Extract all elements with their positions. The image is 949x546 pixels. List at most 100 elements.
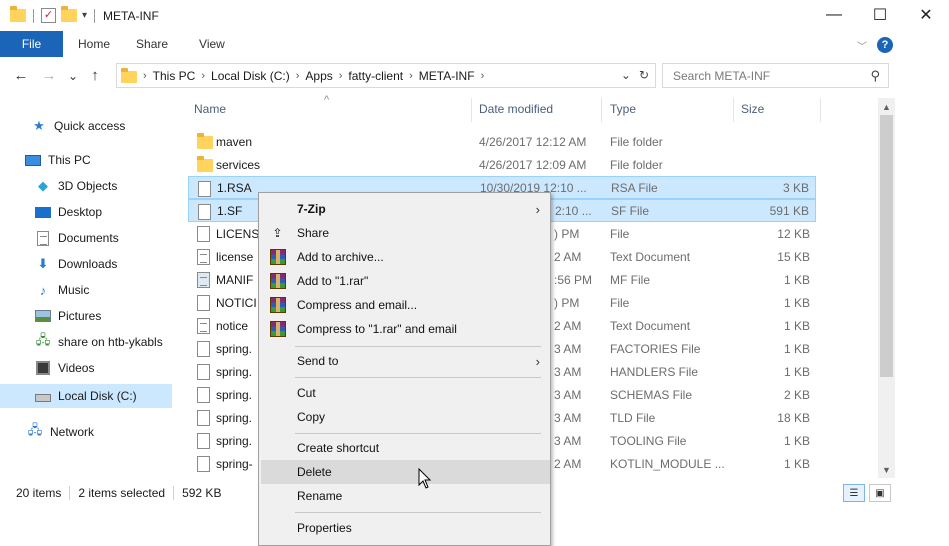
nav-item-videos[interactable]: Videos xyxy=(0,356,172,380)
chevron-right-icon[interactable]: › xyxy=(339,70,343,82)
menu-item-create-shortcut[interactable]: Create shortcut xyxy=(261,436,550,460)
breadcrumb-meta-inf[interactable]: META-INF xyxy=(419,69,475,83)
file-type: SF File xyxy=(611,203,650,218)
column-divider[interactable] xyxy=(601,98,602,122)
column-name[interactable]: Name xyxy=(194,102,226,116)
file-name: spring. xyxy=(216,364,253,379)
scroll-down-icon[interactable]: ▼ xyxy=(878,461,895,478)
back-button[interactable]: ← xyxy=(10,67,32,84)
column-date-modified[interactable]: Date modified xyxy=(479,102,553,116)
chevron-right-icon[interactable]: › xyxy=(296,70,300,82)
tab-share[interactable]: Share xyxy=(123,31,181,57)
file-size: 18 KB xyxy=(777,410,810,425)
breadcrumb-local-disk[interactable]: Local Disk (C:) xyxy=(211,69,290,83)
breadcrumb-fatty-client[interactable]: fatty-client xyxy=(348,69,403,83)
nav-item-pictures[interactable]: Pictures xyxy=(0,304,172,328)
forward-button[interactable]: → xyxy=(38,67,60,84)
file-name: services xyxy=(216,157,261,172)
chevron-right-icon[interactable]: › xyxy=(409,70,413,82)
pictures-icon xyxy=(34,309,52,323)
recent-locations-button[interactable]: ⌄ xyxy=(62,69,84,83)
file-type: File folder xyxy=(610,157,663,172)
large-icons-view-icon[interactable]: ▣ xyxy=(869,484,891,502)
customize-toolbar-icon[interactable]: ▾ xyxy=(82,10,87,21)
menu-item-cut[interactable]: Cut xyxy=(261,381,550,405)
folder-icon xyxy=(121,67,137,83)
menu-item-add-to-rar[interactable]: Add to "1.rar" xyxy=(261,269,550,293)
file-date: ) PM xyxy=(554,295,580,310)
menu-item-7zip[interactable]: 7-Zip › xyxy=(261,197,550,221)
folder-icon[interactable] xyxy=(10,6,26,22)
chevron-right-icon[interactable]: › xyxy=(201,70,205,82)
computer-icon xyxy=(24,153,42,167)
refresh-icon[interactable]: ↻ xyxy=(639,68,649,82)
help-icon[interactable]: ? xyxy=(877,37,893,53)
winrar-icon xyxy=(269,321,286,337)
column-divider[interactable] xyxy=(471,98,472,122)
scroll-up-icon[interactable]: ▲ xyxy=(878,98,895,115)
details-view-icon[interactable]: ☰ xyxy=(843,484,865,502)
menu-item-compress-and-email[interactable]: Compress and email... xyxy=(261,293,550,317)
menu-item-rename[interactable]: Rename xyxy=(261,484,550,508)
menu-item-send-to[interactable]: Send to › xyxy=(261,349,550,373)
tab-view[interactable]: View xyxy=(181,31,238,57)
selected-count: 2 items selected xyxy=(78,486,166,500)
chevron-right-icon[interactable]: › xyxy=(481,70,485,82)
desktop-icon xyxy=(34,205,52,219)
file-size: 591 KB xyxy=(769,203,809,218)
breadcrumb-apps[interactable]: Apps xyxy=(305,69,332,83)
file-size: 3 KB xyxy=(782,180,809,195)
tab-file[interactable]: File xyxy=(0,31,63,57)
menu-item-compress-to-rar-and-email[interactable]: Compress to "1.rar" and email xyxy=(261,317,550,341)
minimize-button[interactable]: — xyxy=(811,0,857,29)
nav-item-label: Quick access xyxy=(54,119,126,133)
menu-item-add-to-archive[interactable]: Add to archive... xyxy=(261,245,550,269)
nav-item-downloads[interactable]: ⬇ Downloads xyxy=(0,252,172,276)
file-icon xyxy=(197,364,210,383)
file-row-maven[interactable]: maven 4/26/2017 12:12 AM File folder xyxy=(188,130,816,153)
column-size[interactable]: Size xyxy=(741,102,764,116)
vertical-scrollbar[interactable]: ▲ ▼ xyxy=(878,98,895,478)
address-bar[interactable]: › This PC › Local Disk (C:) › Apps › fat… xyxy=(116,63,656,88)
file-icon xyxy=(197,226,210,245)
nav-item-quick-access[interactable]: ★ Quick access xyxy=(0,114,172,138)
file-type: HANDLERS File xyxy=(610,364,699,379)
column-divider[interactable] xyxy=(733,98,734,122)
menu-item-copy[interactable]: Copy xyxy=(261,405,550,429)
nav-item-3d-objects[interactable]: ◆ 3D Objects xyxy=(0,174,172,198)
file-icon xyxy=(197,341,210,360)
nav-item-music[interactable]: ♪ Music xyxy=(0,278,172,302)
folder-icon xyxy=(197,156,213,172)
menu-item-delete[interactable]: Delete xyxy=(261,460,550,484)
address-controls: ⌄ ↻ xyxy=(621,68,649,82)
address-dropdown-icon[interactable]: ⌄ xyxy=(621,68,631,82)
properties-icon[interactable]: ✓ xyxy=(41,8,56,23)
expand-ribbon-icon[interactable]: ﹀ xyxy=(857,38,867,53)
nav-item-documents[interactable]: Documents xyxy=(0,226,172,250)
maximize-button[interactable]: ☐ xyxy=(857,0,903,29)
file-name: notice xyxy=(216,318,249,333)
nav-item-this-pc[interactable]: This PC xyxy=(0,148,172,172)
search-icon[interactable]: ⚲ xyxy=(870,68,880,84)
nav-item-desktop[interactable]: Desktop xyxy=(0,200,172,224)
search-input[interactable]: Search META-INF ⚲ xyxy=(662,63,889,88)
file-row-services[interactable]: services 4/26/2017 12:09 AM File folder xyxy=(188,153,816,176)
scrollbar-thumb[interactable] xyxy=(880,115,893,377)
documents-icon xyxy=(34,230,52,246)
new-folder-icon[interactable] xyxy=(61,6,77,22)
tab-home[interactable]: Home xyxy=(63,31,123,57)
winrar-icon xyxy=(269,273,286,289)
nav-item-network[interactable]: 🖧 Network xyxy=(0,420,172,444)
column-header: ^ Name Date modified Type Size xyxy=(180,94,880,122)
drive-icon xyxy=(34,389,52,403)
up-button[interactable]: ↑ xyxy=(84,67,106,84)
breadcrumb-this-pc[interactable]: This PC xyxy=(153,69,196,83)
menu-item-properties[interactable]: Properties xyxy=(261,516,550,540)
nav-item-local-disk[interactable]: Local Disk (C:) xyxy=(0,384,172,408)
column-divider[interactable] xyxy=(820,98,821,122)
menu-item-share[interactable]: ⇪ Share xyxy=(261,221,550,245)
nav-item-share-on-htb-ykabls[interactable]: 🖧 share on htb-ykabls xyxy=(0,330,172,354)
close-button[interactable]: ✕ xyxy=(903,0,949,29)
column-type[interactable]: Type xyxy=(610,102,636,116)
mouse-cursor-icon xyxy=(418,468,432,489)
